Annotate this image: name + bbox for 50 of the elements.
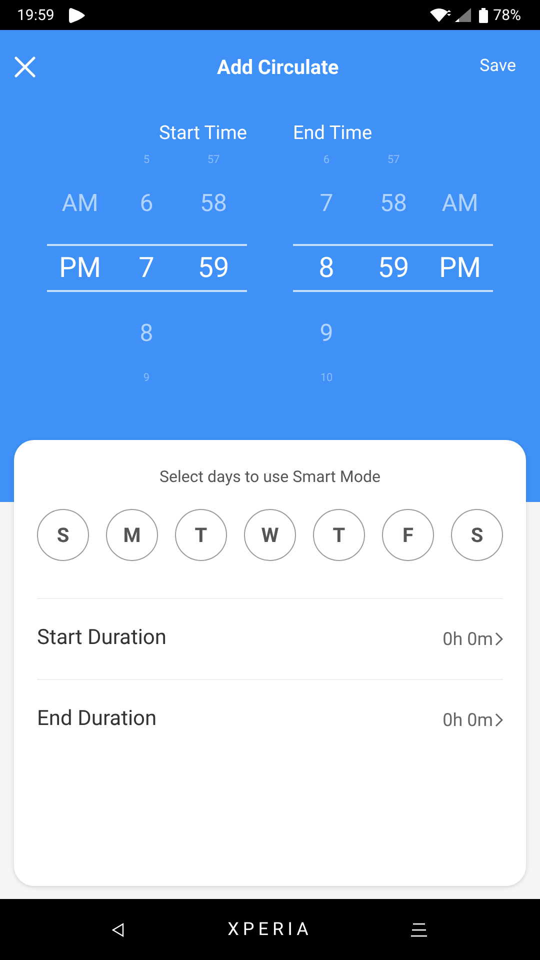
picker-value[interactable]: PM [438,254,482,282]
day-toggle[interactable]: T [313,509,365,561]
day-toggle[interactable]: S [37,509,89,561]
duration-label: End Duration [37,706,158,734]
picker-value[interactable]: AM [442,191,478,215]
picker-value[interactable]: 59 [198,254,230,282]
day-toggle[interactable]: T [175,509,227,561]
picker-value[interactable]: 9 [143,372,150,382]
picker-value[interactable]: 57 [207,154,220,164]
duration-value: 0h 0m [442,628,493,652]
duration-row[interactable]: End Duration 0h 0m [37,679,503,760]
chevron-right-icon [495,713,503,727]
duration-row[interactable]: Start Duration 0h 0m [37,598,503,679]
day-toggle[interactable]: M [106,509,158,561]
picker-value[interactable]: 10 [320,372,333,382]
status-time: 19:59 [17,4,54,26]
picker-value[interactable]: 59 [378,254,410,282]
picker-value[interactable]: 6 [140,191,154,215]
close-icon[interactable] [14,56,36,78]
chevron-right-icon [495,632,503,646]
picker-value[interactable]: 7 [320,191,334,215]
picker-value[interactable]: 8 [140,321,154,345]
picker-value[interactable]: 9 [320,321,334,345]
day-toggle[interactable]: W [244,509,296,561]
picker-value[interactable]: 8 [318,254,334,282]
days-prompt: Select days to use Smart Mode [158,466,382,488]
battery-percentage: 78% [493,4,521,26]
battery-icon [479,8,488,22]
picker-value[interactable]: 6 [323,154,330,164]
picker-value[interactable]: PM [58,254,102,282]
picker-value[interactable]: AM [62,191,98,215]
day-toggle[interactable]: F [382,509,434,561]
day-toggle[interactable]: S [451,509,503,561]
duration-value: 0h 0m [442,708,493,732]
page-title: Add Circulate [216,54,340,81]
duration-label: Start Duration [37,625,168,652]
picker-value[interactable]: 7 [138,254,154,282]
xperia-logo: XPERIA [226,918,312,942]
picker-value[interactable]: 5 [143,154,150,164]
wifi-icon [429,7,454,23]
picker-label: Start Time [159,120,247,146]
save-button[interactable]: Save [480,54,526,80]
back-icon[interactable] [112,922,124,936]
signal-icon [455,8,472,22]
picker-value[interactable]: 57 [387,154,400,164]
picker-label: End Time [293,120,372,146]
picker-value[interactable]: 58 [380,191,407,215]
play-icon [68,6,86,24]
menu-icon[interactable] [410,922,428,936]
picker-value[interactable]: 58 [200,191,227,215]
